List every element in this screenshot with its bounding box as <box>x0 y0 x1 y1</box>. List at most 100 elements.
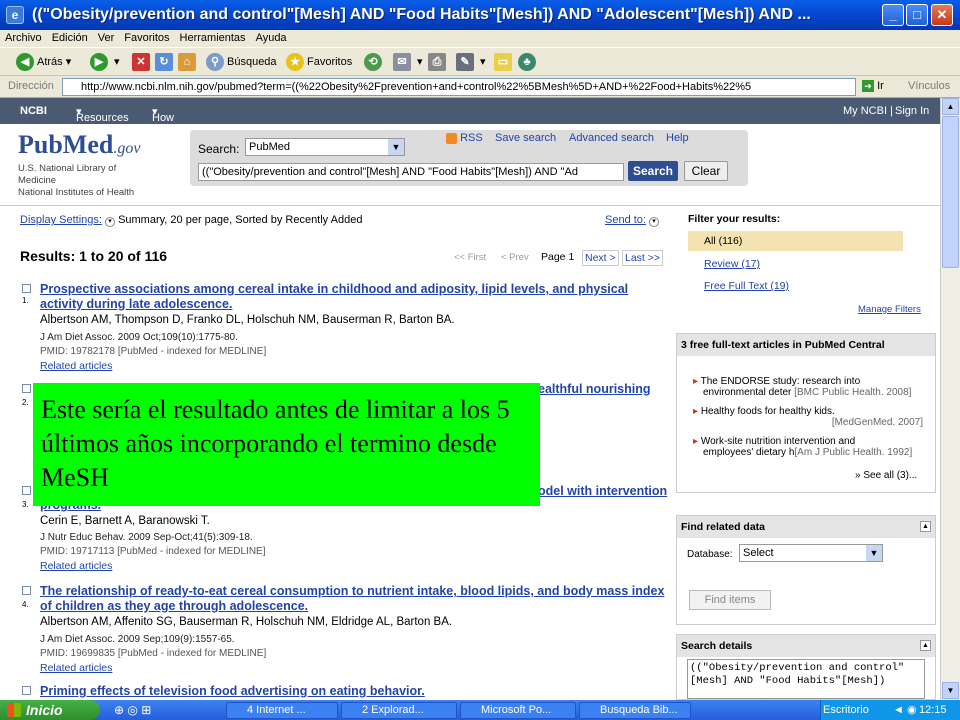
my-ncbi-link[interactable]: My NCBI <box>843 105 887 117</box>
filter-free-full-text[interactable]: Free Full Text (19) <box>704 280 789 292</box>
tray-icons[interactable]: ◄ ◉ <box>893 700 917 720</box>
send-to[interactable]: Send to: ▾ <box>605 214 660 227</box>
menu-favoritos[interactable]: Favoritos <box>119 30 174 46</box>
bullet-icon: ▸ <box>693 376 699 387</box>
search-details-text[interactable]: (("Obesity/prevention and control"[Mesh]… <box>687 659 925 699</box>
related-articles-link[interactable]: Related articles <box>40 360 112 372</box>
window-title-bar[interactable]: e (("Obesity/prevention and control"[Mes… <box>0 0 960 30</box>
resources-menu[interactable]: Resources ▾ <box>76 105 129 124</box>
clear-button[interactable]: Clear <box>684 161 728 181</box>
result-checkbox[interactable] <box>22 486 31 495</box>
close-button[interactable]: ✕ <box>931 4 953 26</box>
edit-button[interactable]: ✎ ▾ <box>456 52 486 72</box>
see-all-link[interactable]: » See all (3)... <box>855 470 917 481</box>
collapse-icon[interactable]: ▲ <box>920 640 931 651</box>
menu-archivo[interactable]: Archivo <box>0 30 47 46</box>
filter-review[interactable]: Review (17) <box>704 258 760 270</box>
mail-button[interactable]: ✉ ▾ <box>393 52 423 72</box>
save-search-link[interactable]: Save search <box>495 132 556 144</box>
address-bar: Dirección http://www.ncbi.nlm.nih.gov/pu… <box>0 76 960 98</box>
result-title[interactable]: Priming effects of television food adver… <box>40 684 425 699</box>
menu-edicion[interactable]: Edición <box>47 30 93 46</box>
notes-button[interactable]: ▭ <box>494 52 515 72</box>
result-item: 4. The relationship of ready-to-eat cere… <box>22 584 665 674</box>
display-settings: Display Settings: ▾ Summary, 20 per page… <box>20 214 362 227</box>
start-button[interactable]: Inicio <box>0 700 100 720</box>
collapse-icon[interactable]: ▲ <box>920 521 931 532</box>
prev-page-link[interactable]: < Prev <box>501 252 529 263</box>
menu-bar: Archivo Edición Ver Favoritos Herramientas Ay… <box>0 30 960 48</box>
related-articles-link[interactable]: Related articles <box>40 662 112 674</box>
last-page-link[interactable]: Last >> <box>622 250 664 266</box>
stop-button[interactable]: ✕ <box>132 52 153 72</box>
taskbar-item-explorer[interactable]: 2 Explorad... <box>341 702 457 719</box>
scroll-up-icon[interactable]: ▲ <box>942 98 959 115</box>
scroll-thumb[interactable] <box>942 116 959 268</box>
back-button[interactable]: ◀ Atrás ▾ <box>16 52 71 72</box>
database-select[interactable]: PubMed ▼ <box>245 138 405 156</box>
home-icon: ⌂ <box>178 53 196 72</box>
messenger-button[interactable]: ♣ <box>518 52 539 72</box>
database-select[interactable]: Select ▼ <box>739 544 883 562</box>
result-title[interactable]: The relationship of ready-to-eat cereal … <box>40 584 664 614</box>
pmc-item[interactable]: ▸ Healthy foods for healthy kids. [MedGe… <box>693 406 923 428</box>
taskbar-item-busqueda[interactable]: Busqueda Bib... <box>579 702 691 719</box>
manage-filters-link[interactable]: Manage Filters <box>858 304 921 315</box>
help-link[interactable]: Help <box>666 132 689 144</box>
rss-link[interactable]: RSS <box>446 132 483 144</box>
mail-icon: ✉ <box>393 53 411 72</box>
home-button[interactable]: ⌂ <box>178 52 199 72</box>
chevron-down-icon[interactable]: ▾ <box>105 217 115 227</box>
forward-button[interactable]: ▶ ▾ <box>90 52 120 72</box>
pubmed-logo[interactable]: PubMed.gov <box>18 130 140 160</box>
desktop-label[interactable]: Escritorio <box>823 700 869 720</box>
menu-herramientas[interactable]: Herramientas <box>175 30 251 46</box>
pmc-item[interactable]: ▸ The ENDORSE study: research into envir… <box>693 376 923 398</box>
links-label[interactable]: Vínculos <box>908 80 950 92</box>
related-articles-link[interactable]: Related articles <box>40 560 112 572</box>
next-page-link[interactable]: Next > <box>582 250 619 266</box>
maximize-button[interactable]: □ <box>906 4 928 26</box>
menu-ver[interactable]: Ver <box>93 30 120 46</box>
advanced-search-link[interactable]: Advanced search <box>569 132 654 144</box>
quick-launch-icons[interactable]: ⊕ ◎ ⊞ <box>114 703 151 717</box>
go-button[interactable]: ➔ Ir <box>862 80 884 93</box>
clock: 12:15 <box>919 704 947 716</box>
result-title[interactable]: odel with intervention <box>538 484 667 499</box>
scroll-down-icon[interactable]: ▼ <box>942 682 959 699</box>
filter-all[interactable]: All (116) <box>688 231 903 251</box>
address-label: Dirección <box>8 80 54 92</box>
result-checkbox[interactable] <box>22 284 31 293</box>
address-input[interactable]: http://www.ncbi.nlm.nih.gov/pubmed?term=… <box>62 78 856 96</box>
print-button[interactable]: ⎙ <box>428 52 449 72</box>
ncbi-logo[interactable]: NCBI <box>20 105 47 117</box>
ncbi-bar: NCBI Resources ▾ How To ▾ My NCBI | Sign… <box>0 98 940 136</box>
result-title[interactable]: Prospective associations among cereal in… <box>40 282 628 312</box>
first-page-link[interactable]: << First <box>454 252 486 263</box>
taskbar: Inicio ⊕ ◎ ⊞ 4 Internet ... 2 Explorad..… <box>0 700 960 720</box>
result-checkbox[interactable] <box>22 586 31 595</box>
howto-menu[interactable]: How To ▾ <box>152 105 174 136</box>
result-journal: J Am Diet Assoc. 2009 Sep;109(9):1557-65… <box>40 634 235 645</box>
result-pmid: PMID: 19717113 [PubMed - indexed for MED… <box>40 546 266 557</box>
result-checkbox[interactable] <box>22 384 31 393</box>
minimize-button[interactable]: _ <box>882 4 904 26</box>
favorites-button[interactable]: ★ Favoritos <box>286 52 352 72</box>
sign-in-link[interactable]: Sign In <box>895 105 929 117</box>
refresh-button[interactable]: ↻ <box>155 52 176 72</box>
taskbar-item-internet[interactable]: 4 Internet ... <box>226 702 338 719</box>
result-checkbox[interactable] <box>22 686 31 695</box>
vertical-scrollbar[interactable]: ▲ ▼ <box>940 98 960 700</box>
result-title[interactable]: ealthful nourishing <box>538 382 651 397</box>
menu-ayuda[interactable]: Ayuda <box>251 30 292 46</box>
search-toolbar-button[interactable]: ⚲ Búsqueda <box>206 52 277 72</box>
find-items-button[interactable]: Find items <box>689 590 771 610</box>
history-button[interactable]: ⟲ <box>364 52 385 72</box>
note-icon: ▭ <box>494 53 512 72</box>
search-button[interactable]: Search <box>628 161 678 181</box>
search-input[interactable]: (("Obesity/prevention and control"[Mesh]… <box>198 163 624 181</box>
taskbar-item-powerpoint[interactable]: Microsoft Po... <box>460 702 576 719</box>
display-settings-link[interactable]: Display Settings: <box>20 214 102 226</box>
toolbar: ◀ Atrás ▾ ▶ ▾ ✕ ↻ ⌂ ⚲ Búsqueda ★ Favoritos … <box>0 48 960 76</box>
pmc-item[interactable]: ▸ Work-site nutrition intervention and e… <box>693 436 923 458</box>
